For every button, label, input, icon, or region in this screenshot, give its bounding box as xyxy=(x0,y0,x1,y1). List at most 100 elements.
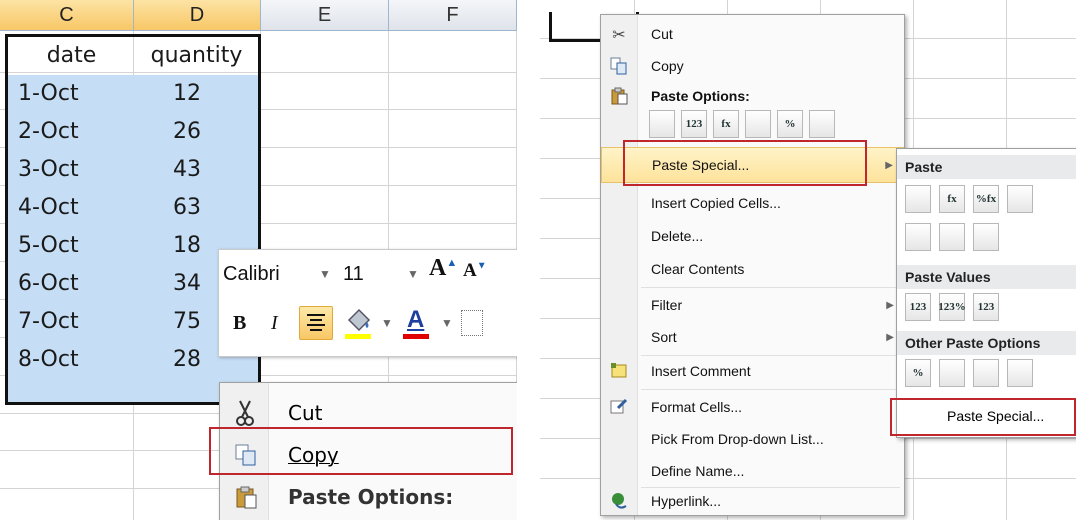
menu-label-cut: Cut xyxy=(288,401,323,425)
quantity-cell[interactable]: 63 xyxy=(173,189,253,227)
copy-icon xyxy=(610,57,627,75)
hyperlink-icon xyxy=(612,493,627,509)
paste-option-button[interactable] xyxy=(905,185,931,213)
borders-button[interactable] xyxy=(461,310,483,336)
paste-option-button[interactable]: 123% xyxy=(938,293,966,321)
chevron-down-icon[interactable]: ▼ xyxy=(407,258,419,290)
column-header-d[interactable]: D xyxy=(134,0,261,31)
menu-label-sort: Sort xyxy=(651,329,677,345)
menu-separator xyxy=(641,487,900,488)
date-cell[interactable]: 5-Oct xyxy=(18,227,128,265)
menu-label-define-name: Define Name... xyxy=(651,463,745,479)
paste-option-button[interactable] xyxy=(1007,359,1033,387)
date-cell[interactable]: 3-Oct xyxy=(18,151,128,189)
paste-options-buttons: 123 fx% xyxy=(649,110,909,142)
paste-option-button[interactable] xyxy=(809,110,835,138)
menu-item-filter[interactable]: Filter ▶ xyxy=(601,291,904,319)
paste-option-button[interactable] xyxy=(973,223,999,251)
chevron-down-icon[interactable]: ▼ xyxy=(441,316,453,330)
paste-special-submenu: Paste fx %fx Paste Values 123 123% 123 Othe… xyxy=(896,148,1076,438)
paste-option-button[interactable] xyxy=(905,223,931,251)
paste-option-button[interactable]: 123 xyxy=(905,293,931,321)
menu-item-format-cells[interactable]: Format Cells... xyxy=(601,393,904,421)
quantity-cell[interactable]: 12 xyxy=(173,75,253,113)
column-header-e[interactable]: E xyxy=(261,0,389,31)
font-name-value: Calibri xyxy=(223,263,280,285)
menu-label-insert-comment: Insert Comment xyxy=(651,363,751,379)
menu-label-pick-from-list: Pick From Drop-down List... xyxy=(651,431,824,447)
menu-label-copy: Copy xyxy=(651,58,684,74)
header-cell-quantity[interactable]: quantity xyxy=(135,37,258,75)
paste-option-button[interactable]: fx xyxy=(939,185,965,213)
menu-label-clear-contents: Clear Contents xyxy=(651,261,745,277)
fill-color-bar xyxy=(345,334,371,339)
italic-button[interactable]: I xyxy=(271,312,278,335)
paste-option-button[interactable] xyxy=(973,359,999,387)
paste-option-button[interactable]: fx xyxy=(713,110,739,138)
paste-option-button[interactable] xyxy=(649,110,675,138)
paste-icon xyxy=(236,486,257,509)
font-size-box[interactable]: 11 ▼ xyxy=(343,258,421,290)
date-cell[interactable]: 1-Oct xyxy=(18,75,128,113)
chevron-down-icon[interactable]: ▼ xyxy=(381,316,393,330)
paste-option-button[interactable] xyxy=(745,110,771,138)
context-menu: ✂ Cut Copy Paste Options: 123 fx% Paste S… xyxy=(600,14,905,516)
header-cell-date[interactable]: date xyxy=(8,37,135,75)
bold-button[interactable]: B xyxy=(233,312,246,335)
mini-toolbar: Calibri ▼ 11 ▼ A▲ A▼ B I ▼ A ▼ xyxy=(218,249,517,357)
menu-item-hyperlink[interactable]: Hyperlink... xyxy=(601,489,904,513)
submenu-header-paste: Paste xyxy=(897,155,1076,179)
highlight-paste-special-box xyxy=(623,140,867,186)
submenu-arrow-icon: ▶ xyxy=(886,299,894,311)
column-header-f[interactable]: F xyxy=(389,0,517,31)
shrink-font-button[interactable]: A▼ xyxy=(463,260,487,282)
quantity-cell[interactable]: 43 xyxy=(173,151,253,189)
paste-option-button[interactable]: % xyxy=(777,110,803,138)
menu-item-delete[interactable]: Delete... xyxy=(601,222,904,250)
column-header-c[interactable]: C xyxy=(0,0,134,31)
shrink-font-label: A xyxy=(463,260,477,281)
chevron-down-icon[interactable]: ▼ xyxy=(319,258,331,290)
menu-label-delete: Delete... xyxy=(651,228,704,244)
menu-item-define-name[interactable]: Define Name... xyxy=(601,457,904,485)
center-align-button[interactable] xyxy=(299,306,333,340)
menu-item-insert-copied-cells[interactable]: Insert Copied Cells... xyxy=(601,189,904,217)
fill-color-button[interactable] xyxy=(341,306,377,340)
menu-item-clear-contents[interactable]: Clear Contents xyxy=(601,255,904,283)
grow-font-button[interactable]: A▲ xyxy=(429,255,457,282)
submenu-paste-values-buttons: 123 123% 123 xyxy=(905,293,1075,329)
date-cell[interactable]: 2-Oct xyxy=(18,113,128,151)
submenu-arrow-icon: ▶ xyxy=(886,331,894,343)
comment-icon xyxy=(611,363,627,378)
font-color-button[interactable]: A xyxy=(399,306,433,340)
menu-label-insert-copied-cells: Insert Copied Cells... xyxy=(651,195,781,211)
submenu-header-paste-values: Paste Values xyxy=(897,265,1076,289)
menu-item-sort[interactable]: Sort ▶ xyxy=(601,323,904,351)
format-cells-icon xyxy=(610,398,628,414)
center-align-icon xyxy=(307,314,325,331)
menu-item-cut[interactable]: ✂ Cut xyxy=(601,21,904,47)
paste-option-button[interactable]: 123 xyxy=(973,293,999,321)
menu-item-paste-options: Paste Options: xyxy=(601,85,904,107)
quantity-cell[interactable]: 26 xyxy=(173,113,253,151)
paste-option-button[interactable] xyxy=(939,359,965,387)
date-cell[interactable]: 4-Oct xyxy=(18,189,128,227)
paste-option-button[interactable] xyxy=(939,223,965,251)
date-cell[interactable]: 7-Oct xyxy=(18,303,128,341)
paste-option-button[interactable]: % xyxy=(905,359,931,387)
paste-option-button[interactable]: 123 xyxy=(681,110,707,138)
paste-option-button[interactable] xyxy=(1007,185,1033,213)
menu-item-pick-from-list[interactable]: Pick From Drop-down List... xyxy=(601,425,904,453)
menu-item-insert-comment[interactable]: Insert Comment xyxy=(601,357,904,385)
menu-item-paste-options: Paste Options: xyxy=(220,477,517,517)
date-cell[interactable]: 6-Oct xyxy=(18,265,128,303)
menu-item-copy[interactable]: Copy xyxy=(601,53,904,79)
font-name-box[interactable]: Calibri ▼ xyxy=(223,258,333,290)
menu-label-paste-options: Paste Options: xyxy=(288,485,454,509)
date-cell[interactable]: 8-Oct xyxy=(18,341,128,379)
font-color-letter: A xyxy=(407,306,425,333)
paste-option-button[interactable]: %fx xyxy=(973,185,999,213)
menu-separator xyxy=(641,287,900,288)
highlight-copy-box xyxy=(209,427,513,475)
scissors-icon: ✂ xyxy=(612,24,626,44)
